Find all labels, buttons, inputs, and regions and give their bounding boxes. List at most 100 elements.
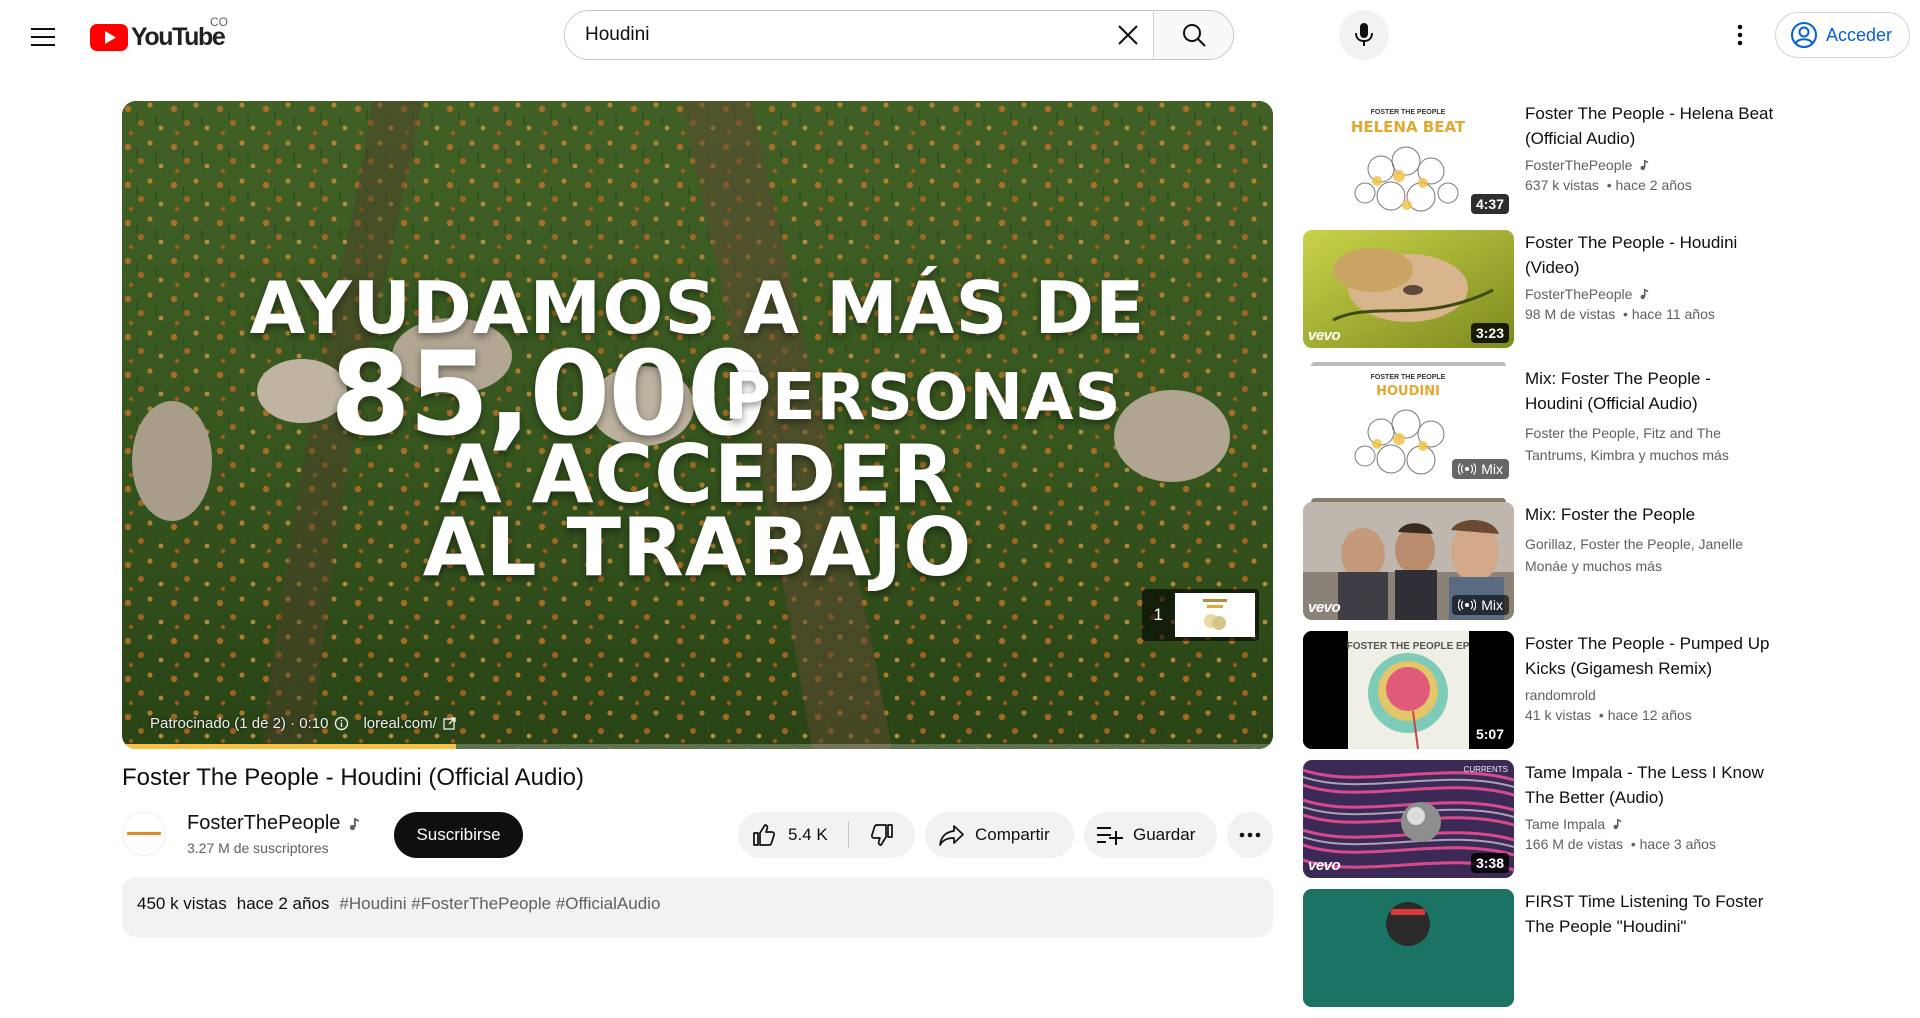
recommendation-title[interactable]: FIRST Time Listening To Foster The People… xyxy=(1525,889,1790,939)
subscriber-count: 3.27 M de suscriptores xyxy=(187,840,329,856)
ad-queue-thumbnail xyxy=(1175,593,1255,637)
recommendation-channel[interactable]: Tame Impala xyxy=(1525,816,1790,832)
share-button[interactable]: Compartir xyxy=(925,812,1074,858)
recommendation-item[interactable]: FOSTER THE PEOPLE HOUDINI Mix Mix: Foste… xyxy=(1303,362,1803,490)
recommendation-title[interactable]: Mix: Foster the People xyxy=(1525,502,1790,527)
vevo-badge: vevo xyxy=(1308,599,1341,616)
channel-name-text: FosterThePeople xyxy=(187,812,341,834)
signin-label: Acceder xyxy=(1826,24,1893,45)
ad-queue-number: 1 xyxy=(1153,605,1163,624)
recommendation-artists: Gorillaz, Foster the People, Janelle Moná… xyxy=(1525,536,1743,574)
thumb-header-text: FOSTER THE PEOPLE xyxy=(1371,374,1446,381)
recommendation-channel[interactable]: FosterThePeople xyxy=(1525,286,1790,302)
recommendation-title[interactable]: Foster The People - Houdini (Video) xyxy=(1525,230,1790,280)
thumb-header-text: FOSTER THE PEOPLE xyxy=(1371,109,1446,116)
video-thumbnail[interactable]: vevo Mix xyxy=(1303,502,1514,620)
like-icon xyxy=(753,824,775,846)
ad-text-line-2: PERSONAS xyxy=(724,361,1122,435)
share-label: Compartir xyxy=(975,825,1050,844)
description-box[interactable]: 450 k vistas hace 2 años #Houdini #Foste… xyxy=(122,877,1273,937)
share-icon xyxy=(939,825,964,846)
account-icon xyxy=(1791,22,1817,48)
thumb-title-text: HELENA BEAT xyxy=(1351,118,1466,136)
dislike-icon xyxy=(871,824,893,846)
mix-icon xyxy=(1458,463,1477,475)
recommendation-stats: 41 k vistas • hace 12 años xyxy=(1525,707,1692,723)
ad-text-line-4: AL TRABAJO xyxy=(422,501,973,594)
video-thumbnail[interactable]: CURRENTS vevo 3:38 xyxy=(1303,760,1514,878)
recommendation-item[interactable]: vevo 3:23 Foster The People - Houdini (Vi… xyxy=(1303,230,1803,354)
recommendation-item[interactable]: FOSTER THE PEOPLE HELENA BEAT 4:37 Foste… xyxy=(1303,101,1803,225)
recommendation-title[interactable]: Foster The People - Helena Beat (Official… xyxy=(1525,101,1790,151)
recommendation-item[interactable]: CURRENTS vevo 3:38 Tame Impala - The Les… xyxy=(1303,760,1803,884)
video-title: Foster The People - Houdini (Official Au… xyxy=(122,764,585,791)
playlist-add-icon xyxy=(1097,827,1123,845)
recommendations-list: FOSTER THE PEOPLE HELENA BEAT 4:37 Foste… xyxy=(1303,101,1803,1018)
video-thumbnail[interactable] xyxy=(1303,889,1514,1007)
channel-name[interactable]: FosterThePeople xyxy=(187,812,360,835)
info-icon[interactable] xyxy=(334,716,349,731)
music-note-icon xyxy=(1640,289,1649,300)
recommendation-channel[interactable]: randomrold xyxy=(1525,687,1790,703)
recommendation-channel[interactable]: FosterThePeople xyxy=(1525,157,1790,173)
recommendation-title[interactable]: Tame Impala - The Less I Know The Better … xyxy=(1525,760,1790,810)
duration-badge: 5:07 xyxy=(1470,724,1509,744)
more-vert-icon xyxy=(1737,24,1743,46)
voice-search-button[interactable] xyxy=(1339,10,1389,60)
recommendation-stats: 166 M de vistas • hace 3 años xyxy=(1525,836,1716,852)
external-link-icon[interactable] xyxy=(443,717,456,730)
mix-badge: Mix xyxy=(1452,595,1509,615)
menu-button[interactable] xyxy=(24,17,64,57)
youtube-logo-icon xyxy=(90,23,128,51)
clear-icon xyxy=(1118,25,1138,45)
channel-avatar[interactable] xyxy=(122,812,166,856)
search-clear-button[interactable] xyxy=(1103,11,1153,59)
masthead: YouTube CO Acceder xyxy=(0,0,1920,70)
recommendation-title[interactable]: Foster The People - Pumped Up Kicks (Giga… xyxy=(1525,631,1790,681)
ad-progress-bar[interactable] xyxy=(122,744,1273,749)
video-player[interactable]: AYUDAMOS A MÁS DE 85,000 PERSONAS A ACCE… xyxy=(122,101,1273,749)
more-actions-button[interactable] xyxy=(1227,812,1273,858)
search-box xyxy=(564,10,1234,60)
hashtags[interactable]: #Houdini #FosterThePeople #OfficialAudio xyxy=(339,894,660,920)
like-dislike-group: 5.4 K xyxy=(738,812,915,858)
like-count: 5.4 K xyxy=(788,825,828,844)
settings-more-button[interactable] xyxy=(1720,15,1760,55)
more-horiz-icon xyxy=(1239,832,1261,838)
ad-url-link[interactable]: loreal.com/ xyxy=(363,715,436,732)
publish-date: hace 2 años xyxy=(236,894,330,913)
ad-progress-fill xyxy=(122,744,456,749)
search-input[interactable] xyxy=(565,11,1103,59)
dislike-button[interactable] xyxy=(849,812,915,858)
mix-icon xyxy=(1458,599,1477,611)
duration-badge: 3:23 xyxy=(1470,323,1509,343)
video-thumbnail[interactable]: FOSTER THE PEOPLE HOUDINI Mix xyxy=(1303,366,1514,484)
menu-icon xyxy=(31,28,55,46)
like-button[interactable]: 5.4 K xyxy=(738,812,848,858)
ad-sponsored-text: Patrocinado (1 de 2) · 0:10 xyxy=(150,715,329,732)
recommendation-item[interactable]: FIRST Time Listening To Foster The People… xyxy=(1303,889,1803,1013)
music-note-icon xyxy=(350,817,360,830)
signin-button[interactable]: Acceder xyxy=(1775,12,1910,58)
recommendation-stats: 637 k vistas • hace 2 años xyxy=(1525,177,1692,193)
search-submit-button[interactable] xyxy=(1153,11,1233,59)
recommendation-artists: Foster the People, Fitz and The Tantrums,… xyxy=(1525,425,1729,463)
video-thumbnail[interactable]: FOSTER THE PEOPLE HELENA BEAT 4:37 xyxy=(1303,101,1514,219)
ad-queue-preview[interactable]: 1 xyxy=(1141,589,1259,641)
duration-badge: 4:37 xyxy=(1470,194,1509,214)
recommendation-item[interactable]: vevo Mix Mix: Foster the People Gorillaz… xyxy=(1303,498,1803,626)
thumb-title-text: HOUDINI xyxy=(1376,384,1440,399)
ad-info: Patrocinado (1 de 2) · 0:10 loreal.com/ xyxy=(150,715,456,732)
thumb-header-text: CURRENTS xyxy=(1464,765,1508,774)
recommendation-item[interactable]: FOSTER THE PEOPLE EP 5:07 Foster The Peo… xyxy=(1303,631,1803,755)
duration-badge: 3:38 xyxy=(1470,853,1509,873)
music-note-icon xyxy=(1613,819,1622,830)
video-thumbnail[interactable]: FOSTER THE PEOPLE EP 5:07 xyxy=(1303,631,1514,749)
recommendation-title[interactable]: Mix: Foster The People - Houdini (Officia… xyxy=(1525,366,1790,416)
mix-badge: Mix xyxy=(1452,459,1509,479)
youtube-logo[interactable]: YouTube CO xyxy=(90,15,228,54)
subscribe-button[interactable]: Suscribirse xyxy=(394,812,523,858)
vevo-badge: vevo xyxy=(1308,857,1341,874)
video-thumbnail[interactable]: vevo 3:23 xyxy=(1303,230,1514,348)
save-button[interactable]: Guardar xyxy=(1084,812,1217,858)
